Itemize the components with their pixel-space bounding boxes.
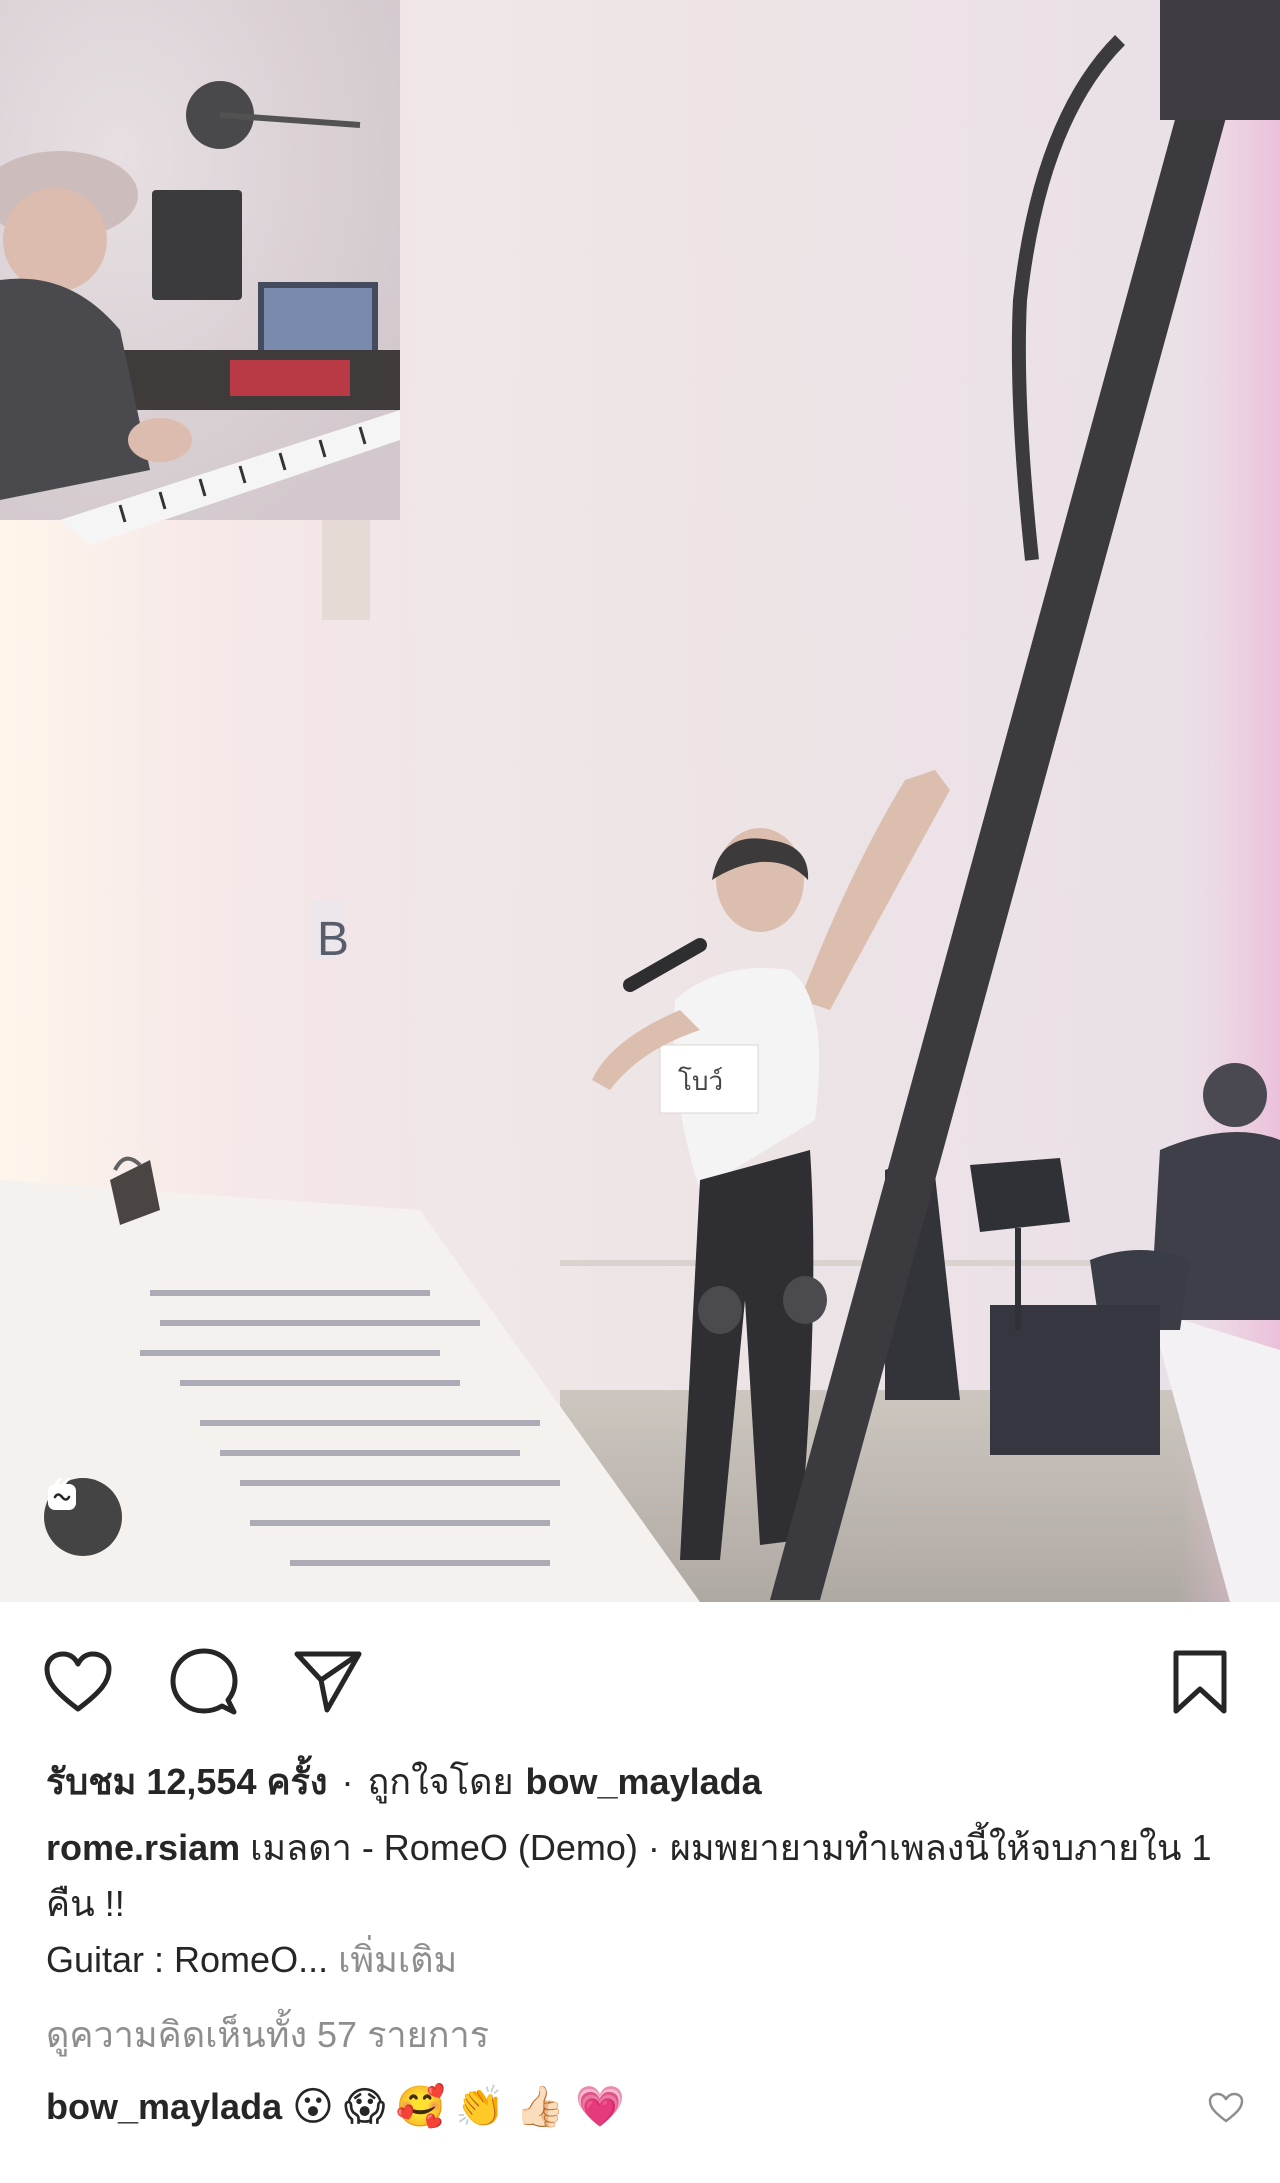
view-all-comments-link[interactable]: ดูความคิดเห็นทั้ง 57 รายการ [46, 2006, 1240, 2064]
video-frame-illustration: B โบว์ [0, 0, 1280, 1602]
more-button[interactable]: เพิ่มเติม [338, 1939, 457, 1980]
heart-icon [44, 1651, 112, 1712]
post-video[interactable]: B โบว์ [0, 0, 1280, 1602]
author-username[interactable]: rome.rsiam [46, 1827, 240, 1868]
like-button[interactable] [42, 1646, 114, 1718]
comment-bubble-icon [170, 1648, 238, 1715]
instagram-post: B โบว์ รับชม 12,554 ครั้ง · ถูกใจโดย bow… [0, 0, 1280, 2183]
post-details: รับชม 12,554 ครั้ง · ถูกใจโดย bow_maylad… [46, 1752, 1244, 2138]
caption-text-continued: Guitar : RomeO... [46, 1939, 329, 1980]
caption: rome.rsiam เมลดา - RomeO (Demo) · ผมพยาย… [46, 1820, 1240, 1932]
separator-dot: · [341, 1761, 354, 1802]
view-count[interactable]: รับชม 12,554 ครั้ง [46, 1755, 327, 1809]
share-button[interactable] [292, 1646, 364, 1718]
liked-by-username[interactable]: bow_maylada [526, 1755, 762, 1809]
emoji-smiling-hearts: 🥰 [395, 2085, 446, 2129]
reels-icon [48, 1478, 76, 1510]
emoji-pink-heart: 💗 [574, 2085, 625, 2129]
liked-by-prefix: ถูกใจโดย [367, 1761, 514, 1802]
emoji-clapping: 👏 [455, 2085, 506, 2129]
save-button[interactable] [1164, 1646, 1236, 1718]
comment-button[interactable] [168, 1646, 240, 1718]
comment-row: bow_maylada 😮 😱 🥰 👏 👍🏻 💗 [46, 2076, 1244, 2138]
post-action-bar [0, 1602, 1280, 1752]
emoji-astonished: 😮 [292, 2085, 334, 2129]
caption-continued: Guitar : RomeO... เพิ่มเติม [46, 1932, 1240, 1988]
commenter-username[interactable]: bow_maylada [46, 2080, 282, 2134]
paper-plane-icon [294, 1651, 362, 1713]
small-heart-icon [1208, 2092, 1244, 2123]
reels-badge[interactable] [44, 1478, 122, 1556]
emoji-thumbs-up: 👍🏻 [515, 2085, 565, 2129]
emoji-screaming: 😱 [343, 2085, 386, 2129]
views-likes-line: รับชม 12,554 ครั้ง · ถูกใจโดย bow_maylad… [46, 1752, 1240, 1812]
bookmark-icon [1173, 1650, 1227, 1714]
comment-like-button[interactable] [1206, 2088, 1246, 2128]
